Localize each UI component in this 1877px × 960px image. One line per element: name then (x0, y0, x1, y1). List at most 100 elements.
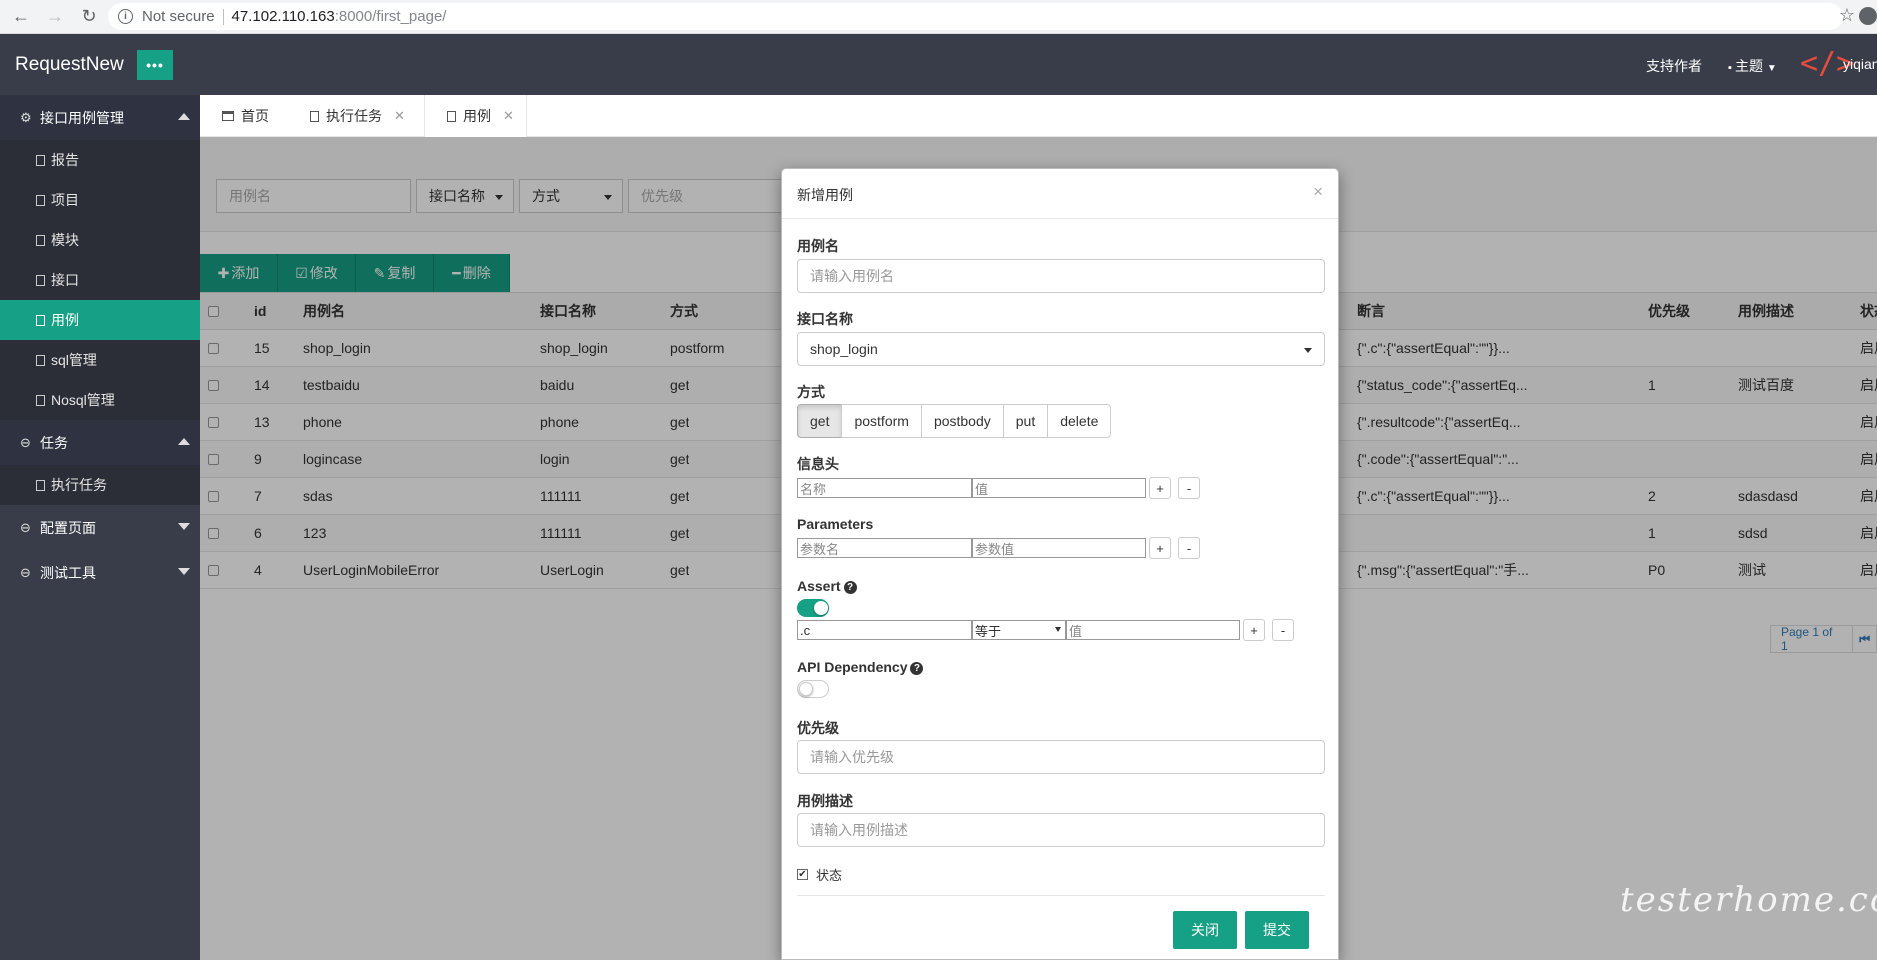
toggle-knob (814, 601, 828, 615)
sidebar-item-report[interactable]: 报告 (0, 140, 200, 180)
divider (222, 8, 224, 25)
url-path: :8000/first_page/ (334, 8, 447, 25)
header-value-input[interactable]: 值 (972, 478, 1146, 498)
sidebar-group-tools[interactable]: ⊖ 测试工具 (0, 550, 200, 595)
remove-assert-button[interactable]: - (1272, 619, 1294, 641)
close-button[interactable]: 关闭 (1173, 911, 1237, 949)
case-name-input[interactable]: 请输入用例名 (797, 259, 1325, 293)
file-icon (36, 274, 45, 286)
sidebar-group-task[interactable]: ⊖ 任务 (0, 420, 200, 465)
sidebar-item-sql[interactable]: sql管理 (0, 340, 200, 380)
forward-icon[interactable]: → (42, 4, 68, 30)
api-dependency-toggle[interactable] (797, 680, 829, 698)
method-delete-button[interactable]: delete (1047, 404, 1112, 438)
sidebar-item-label: 报告 (51, 152, 79, 168)
assert-value-input[interactable]: 值 (1066, 620, 1240, 640)
sidebar-group-label: 配置页面 (40, 519, 96, 536)
help-icon[interactable]: ? (843, 581, 857, 594)
tab-home[interactable]: 首页 (200, 95, 281, 137)
sidebar-group-config[interactable]: ⊖ 配置页面 (0, 505, 200, 550)
address-bar[interactable]: i Not secure 47.102.110.163 :8000/first_… (108, 3, 1843, 30)
method-postbody-button[interactable]: postbody (920, 404, 1004, 438)
assert-key-input[interactable]: .c (797, 620, 972, 640)
sidebar-item-label: 模块 (51, 232, 79, 248)
caret-up-icon (178, 113, 190, 120)
support-author-link[interactable]: 支持作者 (1646, 56, 1702, 76)
method-label: 方式 (797, 384, 825, 400)
theme-icon: ▪ (1728, 62, 1735, 74)
method-button-group: get postform postbody put delete (797, 404, 1112, 438)
tab-run-task[interactable]: 执行任务 ✕ (288, 95, 417, 137)
add-assert-button[interactable]: + (1243, 619, 1265, 641)
theme-menu[interactable]: ▪ 主题 ▼ (1728, 56, 1777, 76)
file-icon (36, 154, 45, 166)
back-icon[interactable]: ← (8, 4, 34, 30)
sidebar-item-api[interactable]: 接口 (0, 260, 200, 300)
param-name-input[interactable]: 参数名 (797, 538, 972, 558)
home-icon (222, 111, 234, 121)
remove-param-button[interactable]: - (1178, 537, 1200, 559)
sidebar-item-nosql[interactable]: Nosql管理 (0, 380, 200, 420)
menu-toggle-button[interactable]: ••• (137, 50, 173, 80)
api-dependency-label: API Dependency? (797, 659, 924, 675)
sidebar-group-api-case-management[interactable]: ⚙ 接口用例管理 (0, 95, 200, 140)
api-name-select[interactable]: shop_login (797, 332, 1325, 366)
submit-button[interactable]: 提交 (1245, 911, 1309, 949)
header-name-input[interactable]: 名称 (797, 478, 972, 498)
file-icon (36, 479, 45, 491)
assert-operator-select[interactable]: 等于 (972, 620, 1066, 640)
file-icon (447, 110, 456, 122)
caret-down-icon (1304, 348, 1312, 353)
tab-label: 执行任务 (326, 108, 382, 124)
profile-icon[interactable] (1859, 7, 1877, 25)
url-host: 47.102.110.163 (231, 8, 335, 25)
sidebar-item-module[interactable]: 模块 (0, 220, 200, 260)
divider (797, 895, 1325, 896)
sidebar-item-case[interactable]: 用例 (0, 300, 200, 340)
api-name-label: 接口名称 (797, 311, 853, 327)
info-icon[interactable]: i (118, 9, 133, 24)
sidebar-item-label: 项目 (51, 192, 79, 208)
remove-header-button[interactable]: - (1178, 477, 1200, 499)
tab-case[interactable]: 用例 ✕ (424, 95, 527, 137)
close-icon[interactable]: ✕ (394, 108, 405, 124)
add-param-button[interactable]: + (1149, 537, 1171, 559)
priority-input[interactable]: 请输入优先级 (797, 740, 1325, 774)
close-icon[interactable]: ✕ (503, 108, 514, 124)
task-icon: ⊖ (20, 434, 31, 450)
modal-header: 新增用例 × (782, 169, 1338, 219)
assert-toggle[interactable] (797, 599, 829, 617)
method-put-button[interactable]: put (1002, 404, 1049, 438)
dep-label-text: API Dependency (797, 659, 908, 675)
user-name[interactable]: yiqian (1843, 56, 1877, 72)
close-icon[interactable]: × (1313, 182, 1323, 202)
method-get-button[interactable]: get (797, 404, 843, 438)
browser-toolbar: ← → ↻ i Not secure 47.102.110.163 :8000/… (0, 0, 1877, 34)
tools-icon: ⊖ (20, 564, 31, 580)
config-icon: ⊖ (20, 519, 31, 535)
description-input[interactable]: 请输入用例描述 (797, 813, 1325, 847)
file-icon (36, 234, 45, 246)
not-secure-label: Not secure (142, 8, 215, 25)
case-name-label: 用例名 (797, 238, 839, 254)
file-icon (310, 110, 319, 122)
sidebar-group-label: 测试工具 (40, 564, 96, 581)
status-checkbox[interactable]: ✔ 状态 (797, 865, 842, 884)
reload-icon[interactable]: ↻ (76, 4, 102, 30)
sidebar-item-run-task[interactable]: 执行任务 (0, 465, 200, 505)
checkbox-checked-icon: ✔ (797, 868, 808, 880)
select-value: 等于 (975, 623, 1002, 639)
brand-title: RequestNew (15, 54, 124, 75)
sidebar-item-project[interactable]: 项目 (0, 180, 200, 220)
method-postform-button[interactable]: postform (841, 404, 922, 438)
select-value: shop_login (810, 341, 878, 357)
sidebar: ⚙ 接口用例管理 报告 项目 模块 接口 用例 sql管理 Nosql管理 ⊖ … (0, 95, 200, 960)
parameters-label: Parameters (797, 516, 874, 532)
toggle-knob (799, 682, 813, 696)
theme-label: 主题 (1734, 58, 1763, 74)
add-header-button[interactable]: + (1149, 477, 1171, 499)
param-value-input[interactable]: 参数值 (972, 538, 1146, 558)
help-icon[interactable]: ? (910, 662, 924, 675)
bookmark-star-icon[interactable]: ☆ (1839, 5, 1855, 26)
add-case-modal: 新增用例 × 用例名 请输入用例名 接口名称 shop_login 方式 get… (781, 168, 1339, 960)
